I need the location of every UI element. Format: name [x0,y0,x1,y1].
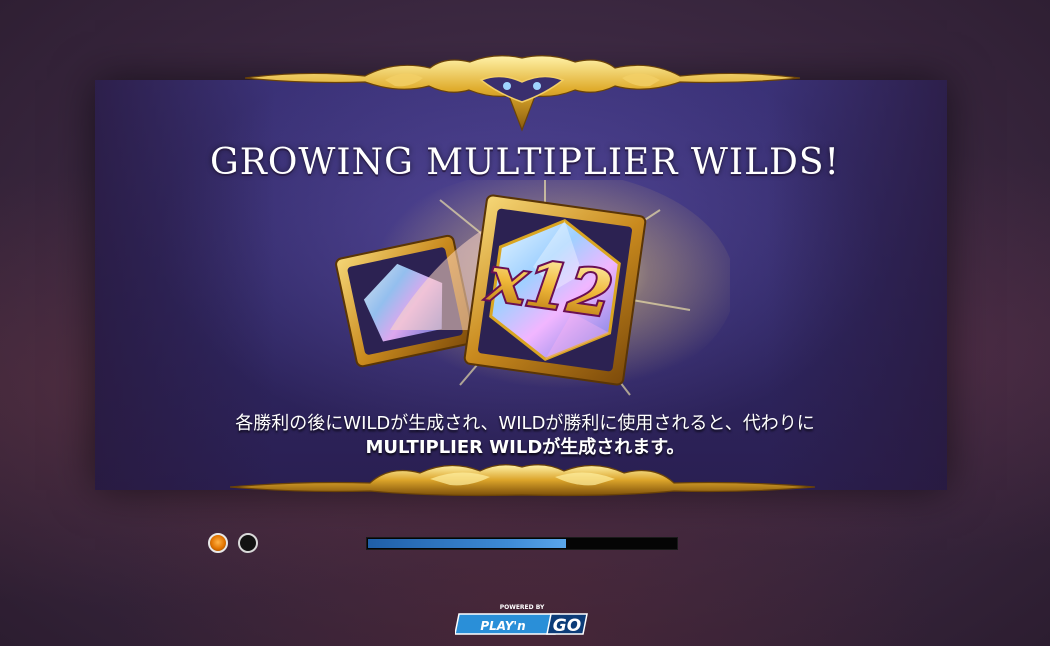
loading-progress-fill [368,539,566,548]
logo-play-text: PLAY'n [480,619,525,633]
feature-description: 各勝利の後にWILDが生成され、WILDが勝利に使用されると、代わりに MULT… [0,412,1050,460]
multiplier-wild-artwork: x12 [335,180,730,400]
description-line-1: 各勝利の後にWILDが生成され、WILDが勝利に使用されると、代わりに [235,413,815,434]
gold-ornament-top [245,55,800,132]
page-dot-2[interactable] [238,533,258,553]
page-title: GROWING MULTIPLIER WILDS! [209,142,840,183]
logo-go-text: GO [553,616,581,636]
powered-by-label: POWERED BY [500,604,545,611]
page-indicator [208,533,258,553]
page-dot-1[interactable] [208,533,228,553]
loading-progress-bar [366,537,678,550]
gold-ornament-bottom [230,464,815,497]
playngo-logo: POWERED BY PLAY'n GO [455,604,588,636]
